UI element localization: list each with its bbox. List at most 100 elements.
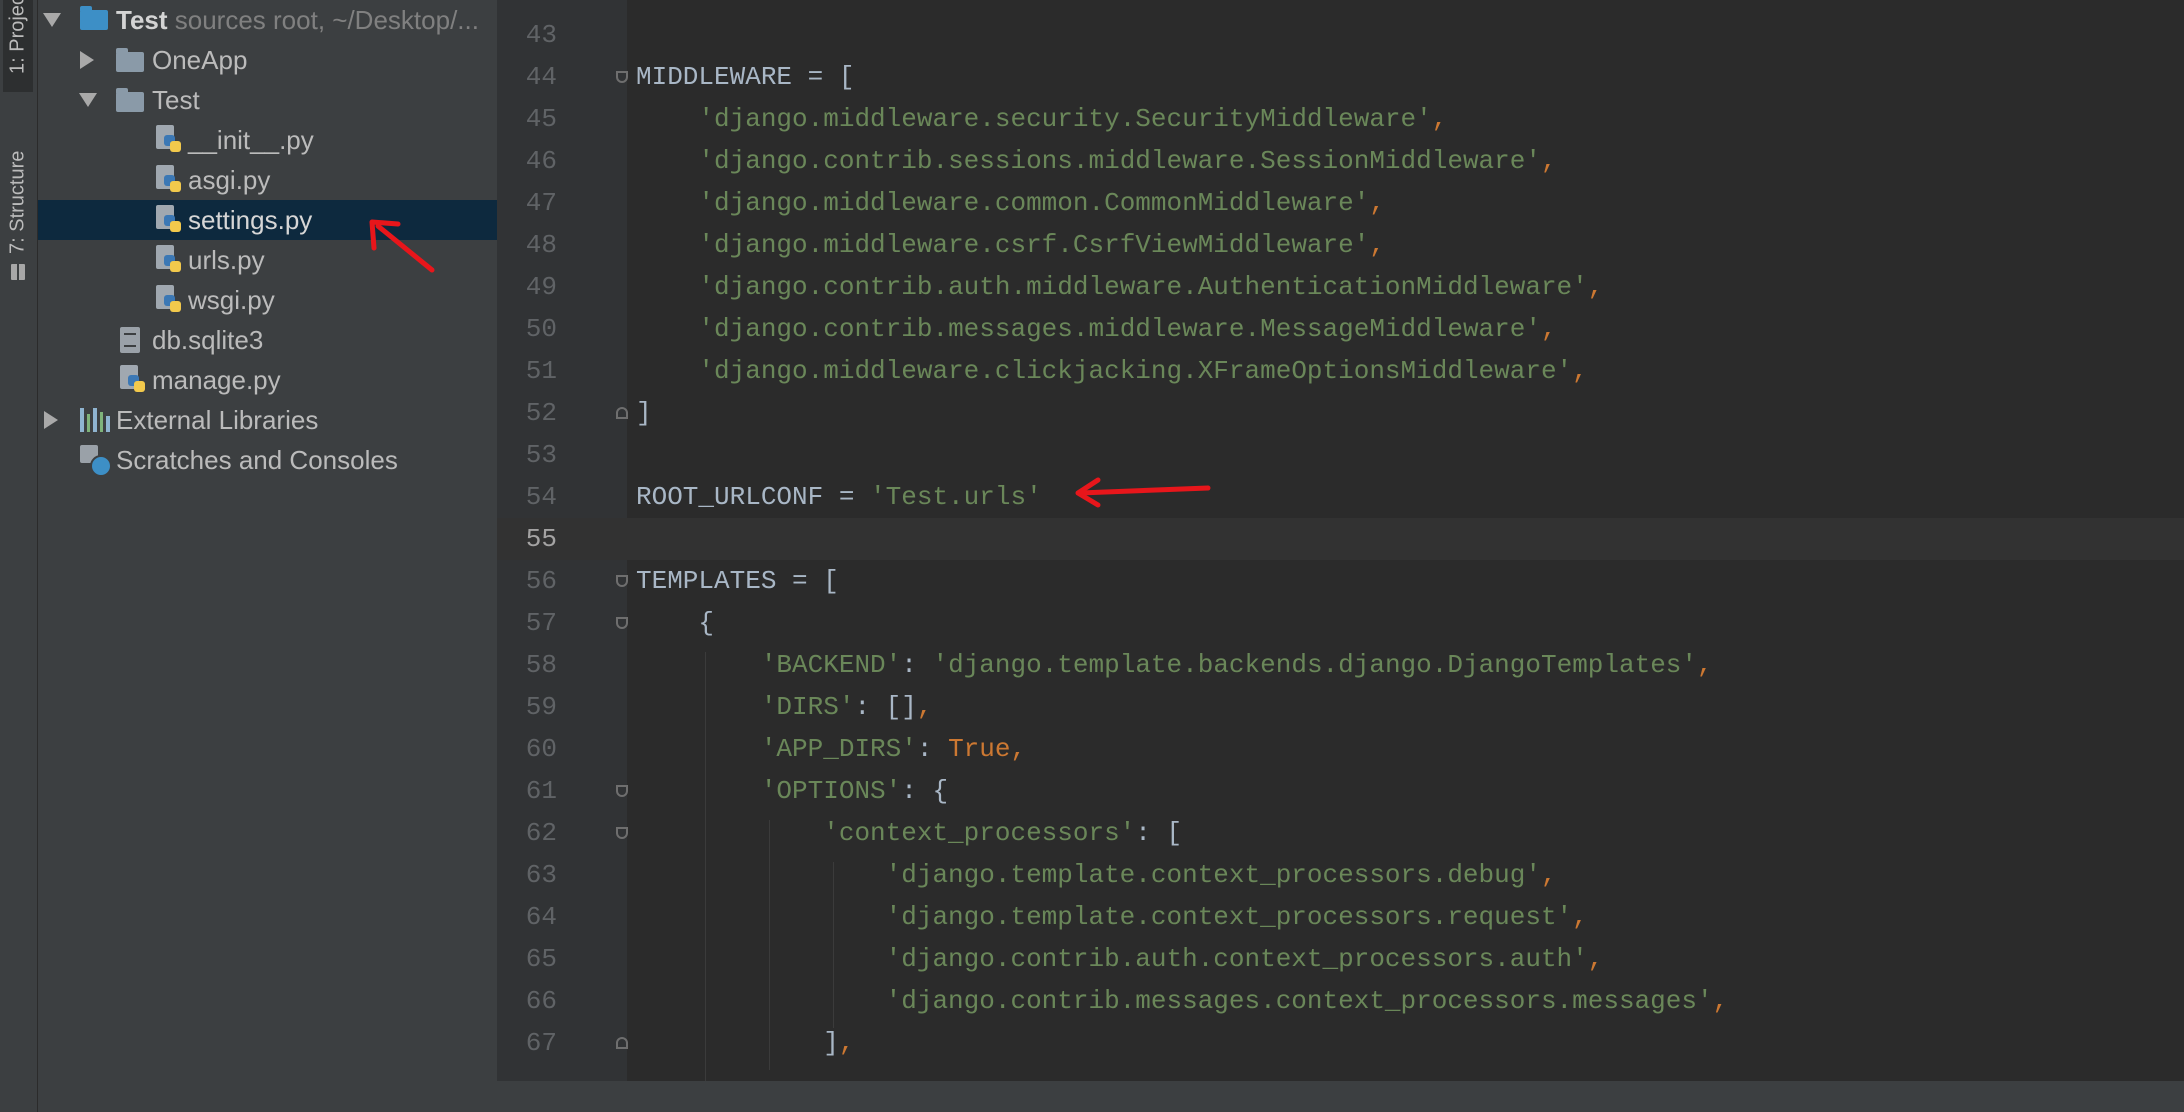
line-number: 59 <box>525 692 557 722</box>
code-text: 'django.contrib.messages.middleware.Mess… <box>698 314 1557 344</box>
tree-item-label: OneApp <box>152 44 248 75</box>
line-number: 56 <box>525 566 557 596</box>
code-text: { <box>636 608 715 638</box>
code-line[interactable]: 51 'django.middleware.clickjacking.XFram… <box>497 350 2184 392</box>
root-name: Test <box>116 4 168 35</box>
tree-item-label: __init__.py <box>188 124 314 155</box>
code-line[interactable]: 45 'django.middleware.security.SecurityM… <box>497 98 2184 140</box>
tree-item-init-py[interactable]: __init__.py <box>38 120 497 160</box>
code-line[interactable]: 64 'django.template.context_processors.r… <box>497 896 2184 938</box>
tree-item-label: urls.py <box>188 244 265 275</box>
fold-marker-icon[interactable] <box>616 71 628 83</box>
code-text: 'django.contrib.messages.context_process… <box>885 986 1729 1016</box>
indent-guide <box>833 862 834 1028</box>
tree-item-test[interactable]: Test <box>38 80 497 120</box>
tree-item-oneapp[interactable]: OneApp <box>38 40 497 80</box>
tree-item-manage-py[interactable]: manage.py <box>38 360 497 400</box>
code-line[interactable]: 55 <box>497 518 2184 560</box>
line-number: 46 <box>525 146 557 176</box>
chevron-down-icon[interactable] <box>79 93 97 107</box>
line-number: 53 <box>525 440 557 470</box>
python-file-icon <box>156 205 182 235</box>
line-number: 44 <box>525 62 557 92</box>
tool-tab-project[interactable]: 1: Project <box>3 0 33 92</box>
code-line[interactable]: 53 <box>497 434 2184 476</box>
chevron-right-icon[interactable] <box>44 411 58 429</box>
tool-tab-label: 1: Project <box>6 0 29 74</box>
python-file-icon <box>156 285 182 315</box>
code-line[interactable]: 54 ROOT_URLCONF = 'Test.urls' <box>497 476 2184 518</box>
code-text: 'DIRS': [], <box>760 692 933 722</box>
code-line[interactable]: 56 TEMPLATES = [ <box>497 560 2184 602</box>
code-text: 'django.middleware.common.CommonMiddlewa… <box>698 188 1385 218</box>
code-line[interactable]: 65 'django.contrib.auth.context_processo… <box>497 938 2184 980</box>
python-file-icon <box>120 365 146 395</box>
tree-item-asgi-py[interactable]: asgi.py <box>38 160 497 200</box>
code-text: 'django.middleware.clickjacking.XFrameOp… <box>698 356 1588 386</box>
line-number: 62 <box>525 818 557 848</box>
code-line[interactable]: 43 <box>497 14 2184 56</box>
code-text: 'django.middleware.csrf.CsrfViewMiddlewa… <box>698 230 1385 260</box>
tool-tab-label: 7: Structure <box>6 150 29 254</box>
code-text: TEMPLATES = [ <box>636 566 839 596</box>
code-line[interactable]: 52] <box>497 392 2184 434</box>
fold-marker-icon[interactable] <box>616 827 628 839</box>
code-text: 'django.contrib.sessions.middleware.Sess… <box>698 146 1557 176</box>
code-line[interactable]: 67 ], <box>497 1022 2184 1064</box>
tree-item-label: asgi.py <box>188 164 271 195</box>
folder-icon <box>116 88 144 112</box>
code-line[interactable]: 46 'django.contrib.sessions.middleware.S… <box>497 140 2184 182</box>
code-line[interactable]: 63 'django.template.context_processors.d… <box>497 854 2184 896</box>
tree-item-settings-py[interactable]: settings.py <box>38 200 497 240</box>
chevron-right-icon[interactable] <box>80 51 94 69</box>
code-text: 'django.middleware.security.SecurityMidd… <box>698 104 1448 134</box>
line-number: 52 <box>525 398 557 428</box>
code-line[interactable]: 61 'OPTIONS': { <box>497 770 2184 812</box>
scratch-icon <box>80 445 112 477</box>
project-tree-panel: Test sources root, ~/Desktop/... OneApp … <box>38 0 497 1112</box>
code-line[interactable]: 44 MIDDLEWARE = [ <box>497 56 2184 98</box>
code-text: ], <box>636 1028 855 1058</box>
indent-guide <box>705 652 706 1112</box>
code-line[interactable]: 47 'django.middleware.common.CommonMiddl… <box>497 182 2184 224</box>
code-line[interactable]: 48 'django.middleware.csrf.CsrfViewMiddl… <box>497 224 2184 266</box>
line-number: 47 <box>525 188 557 218</box>
code-editor[interactable]: 43 44 MIDDLEWARE = [ 45 'django.middleware.… <box>497 0 2184 1112</box>
code-text: ROOT_URLCONF = 'Test.urls' <box>636 482 1042 512</box>
code-line[interactable]: 60 'APP_DIRS': True, <box>497 728 2184 770</box>
tree-item-label: settings.py <box>188 204 313 235</box>
python-file-icon <box>156 125 182 155</box>
line-number: 51 <box>525 356 557 386</box>
fold-marker-icon[interactable] <box>616 575 628 587</box>
tool-tab-structure[interactable]: 7: Structure <box>3 128 33 288</box>
tree-item-external-libraries[interactable]: External Libraries <box>38 400 497 440</box>
tree-item-scratches[interactable]: Scratches and Consoles <box>38 440 497 480</box>
code-line[interactable]: 59 'DIRS': [], <box>497 686 2184 728</box>
line-number: 63 <box>525 860 557 890</box>
tree-item-label: wsgi.py <box>188 284 275 315</box>
tree-row-root[interactable]: Test sources root, ~/Desktop/... <box>38 0 497 40</box>
code-text: 'django.template.context_processors.debu… <box>885 860 1557 890</box>
chevron-down-icon[interactable] <box>43 13 61 27</box>
fold-marker-icon[interactable] <box>616 1037 628 1049</box>
structure-icon <box>11 264 25 280</box>
line-number: 61 <box>525 776 557 806</box>
code-line[interactable]: 66 'django.contrib.messages.context_proc… <box>497 980 2184 1022</box>
code-line[interactable]: 57 { <box>497 602 2184 644</box>
line-number: 48 <box>525 230 557 260</box>
line-number: 45 <box>525 104 557 134</box>
tree-item-urls-py[interactable]: urls.py <box>38 240 497 280</box>
fold-marker-icon[interactable] <box>616 617 628 629</box>
code-line[interactable]: 58 'BACKEND': 'django.template.backends.… <box>497 644 2184 686</box>
line-number: 60 <box>525 734 557 764</box>
code-text: MIDDLEWARE = [ <box>636 62 855 92</box>
code-line[interactable]: 50 'django.contrib.messages.middleware.M… <box>497 308 2184 350</box>
fold-marker-icon[interactable] <box>616 785 628 797</box>
code-line[interactable]: 62 'context_processors': [ <box>497 812 2184 854</box>
code-line[interactable]: 49 'django.contrib.auth.middleware.Authe… <box>497 266 2184 308</box>
tree-item-db-sqlite3[interactable]: db.sqlite3 <box>38 320 497 360</box>
indent-guide <box>769 820 770 1070</box>
line-number: 54 <box>525 482 557 512</box>
tree-item-wsgi-py[interactable]: wsgi.py <box>38 280 497 320</box>
fold-marker-icon[interactable] <box>616 407 628 419</box>
